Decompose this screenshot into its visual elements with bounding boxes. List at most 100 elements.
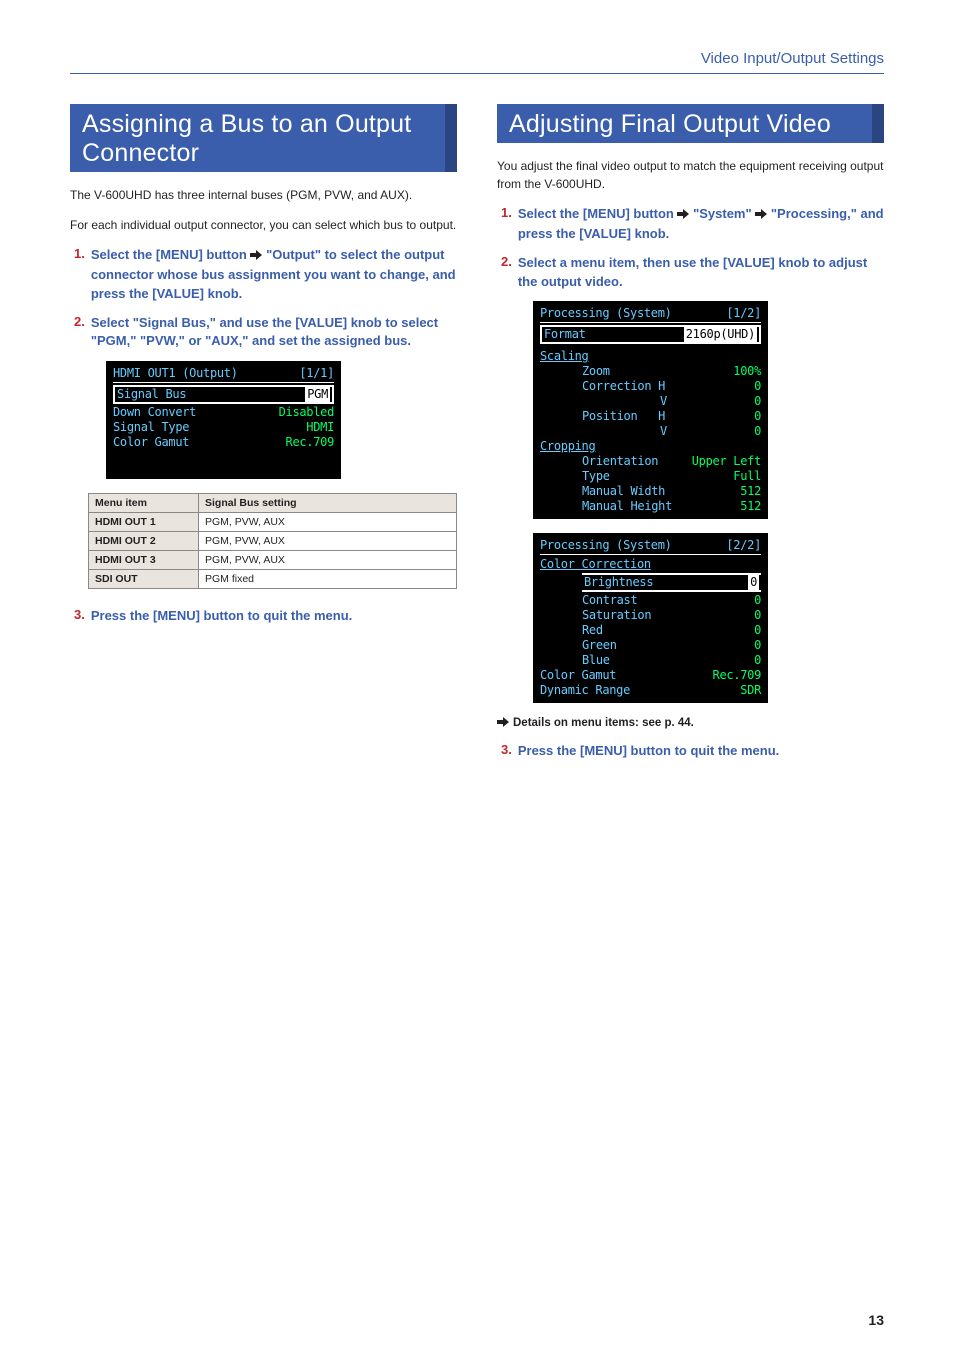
right-step-3: 3. Press the [MENU] button to quit the m…	[501, 742, 884, 761]
screen-page: [2/2]	[726, 538, 761, 553]
left-column: Assigning a Bus to an Output Connector T…	[70, 104, 457, 771]
menu-item-label: Format	[544, 327, 586, 342]
menu-item-value: Rec.709	[713, 668, 761, 683]
menu-item-value: HDMI	[306, 420, 334, 435]
menu-item-value: 2160p(UHD)	[684, 327, 757, 342]
table-header-row: Menu item Signal Bus setting	[89, 494, 457, 513]
step-number: 2.	[74, 314, 85, 352]
step-text: Select the [MENU] button "Output" to sel…	[91, 246, 457, 304]
step1-text-a: Select the [MENU] button	[518, 206, 678, 221]
menu-item-value: 0	[754, 623, 761, 638]
menu-item-label: Signal Bus	[117, 387, 186, 402]
menu-item-label: Type	[582, 469, 610, 484]
menu-item-value: 512	[740, 484, 761, 499]
step-number: 3.	[74, 607, 85, 626]
screen-title: Processing (System)	[540, 538, 672, 553]
arrow-right-icon	[497, 717, 509, 730]
screen-title: HDMI OUT1 (Output)	[113, 366, 238, 381]
left-step-2: 2. Select "Signal Bus," and use the [VAL…	[74, 314, 457, 352]
step-number: 2.	[501, 254, 512, 292]
left-step-1: 1. Select the [MENU] button "Output" to …	[74, 246, 457, 304]
table-cell: HDMI OUT 2	[89, 532, 199, 551]
menu-item-value: Upper Left	[692, 454, 761, 469]
menu-item-value: SDR	[740, 683, 761, 698]
menu-item-value: 0	[754, 379, 761, 394]
note-text: Details on menu items: see p. 44.	[513, 717, 694, 729]
menu-item-value: Rec.709	[286, 435, 334, 450]
screen-page: [1/2]	[726, 306, 761, 321]
menu-item-value: 0	[754, 608, 761, 623]
processing-screen-2: Processing (System) [2/2] Color Correctio…	[533, 533, 768, 703]
menu-item-value: 0	[754, 638, 761, 653]
step1-text-b: "System"	[689, 206, 755, 221]
screen-page: [1/1]	[299, 366, 334, 381]
table-cell: PGM, PVW, AUX	[199, 551, 457, 570]
menu-item-label: Orientation	[582, 454, 658, 469]
arrow-right-icon	[677, 206, 689, 225]
left-section-title: Assigning a Bus to an Output Connector	[70, 104, 457, 172]
arrow-right-icon	[755, 206, 767, 225]
menu-item-value: Disabled	[279, 405, 334, 420]
menu-item-value: Full	[733, 469, 761, 484]
menu-heading: Cropping	[540, 439, 595, 454]
menu-item-label: Color Gamut	[540, 668, 616, 683]
menu-item-value: 0	[754, 394, 761, 409]
step-number: 1.	[74, 246, 85, 304]
right-step-1: 1. Select the [MENU] button "System" "Pr…	[501, 205, 884, 244]
menu-heading: Color Correction	[540, 557, 651, 572]
menu-item-value: PGM	[305, 387, 330, 402]
menu-item-label: V	[582, 424, 667, 439]
table-cell: HDMI OUT 3	[89, 551, 199, 570]
table-cell: PGM, PVW, AUX	[199, 513, 457, 532]
right-step-2: 2. Select a menu item, then use the [VAL…	[501, 254, 884, 292]
menu-item-label: Dynamic Range	[540, 683, 630, 698]
content-columns: Assigning a Bus to an Output Connector T…	[70, 104, 884, 771]
step-number: 3.	[501, 742, 512, 761]
menu-item-value: 0	[748, 575, 759, 590]
menu-item-label: Correction H	[582, 379, 665, 394]
table-row: HDMI OUT 2PGM, PVW, AUX	[89, 532, 457, 551]
table-header: Menu item	[89, 494, 199, 513]
menu-item-value: 0	[754, 409, 761, 424]
page-number: 13	[868, 1312, 884, 1328]
step-text: Press the [MENU] button to quit the menu…	[518, 742, 779, 761]
table-cell: HDMI OUT 1	[89, 513, 199, 532]
step-text: Select a menu item, then use the [VALUE]…	[518, 254, 884, 292]
menu-item-label: Down Convert	[113, 405, 196, 420]
processing-screen-1: Processing (System) [1/2] Format 2160p(UHD…	[533, 301, 768, 519]
table-cell: SDI OUT	[89, 570, 199, 589]
menu-item-value: 0	[754, 424, 761, 439]
menu-item-value: 512	[740, 499, 761, 514]
menu-item-label: Blue	[582, 653, 610, 668]
menu-item-value: 0	[754, 593, 761, 608]
step-text: Select "Signal Bus," and use the [VALUE]…	[91, 314, 457, 352]
menu-item-label: Contrast	[582, 593, 637, 608]
left-step-3: 3. Press the [MENU] button to quit the m…	[74, 607, 457, 626]
menu-item-label: Signal Type	[113, 420, 189, 435]
page-header-label: Video Input/Output Settings	[70, 50, 884, 74]
right-column: Adjusting Final Output Video You adjust …	[497, 104, 884, 771]
menu-item-value: 0	[754, 653, 761, 668]
table-header: Signal Bus setting	[199, 494, 457, 513]
menu-heading: Scaling	[540, 349, 588, 364]
menu-item-label: Manual Width	[582, 484, 665, 499]
step-text: Select the [MENU] button "System" "Proce…	[518, 205, 884, 244]
menu-item-value: 100%	[733, 364, 761, 379]
menu-item-label: V	[582, 394, 667, 409]
step-number: 1.	[501, 205, 512, 244]
menu-item-label: Position H	[582, 409, 665, 424]
right-intro: You adjust the final video output to mat…	[497, 157, 884, 193]
table-row: HDMI OUT 3PGM, PVW, AUX	[89, 551, 457, 570]
menu-item-label: Brightness	[584, 575, 653, 590]
menu-item-label: Red	[582, 623, 603, 638]
table-row: SDI OUTPGM fixed	[89, 570, 457, 589]
details-note: Details on menu items: see p. 44.	[497, 717, 884, 730]
left-intro-2: For each individual output connector, yo…	[70, 216, 457, 234]
hdmi-out1-menu-screenshot: HDMI OUT1 (Output) [1/1] Signal Bus PGM Do…	[106, 361, 341, 479]
screen-title: Processing (System)	[540, 306, 672, 321]
menu-item-label: Color Gamut	[113, 435, 189, 450]
arrow-right-icon	[250, 247, 262, 266]
right-section-title: Adjusting Final Output Video	[497, 104, 884, 143]
step-text: Press the [MENU] button to quit the menu…	[91, 607, 352, 626]
table-cell: PGM fixed	[199, 570, 457, 589]
